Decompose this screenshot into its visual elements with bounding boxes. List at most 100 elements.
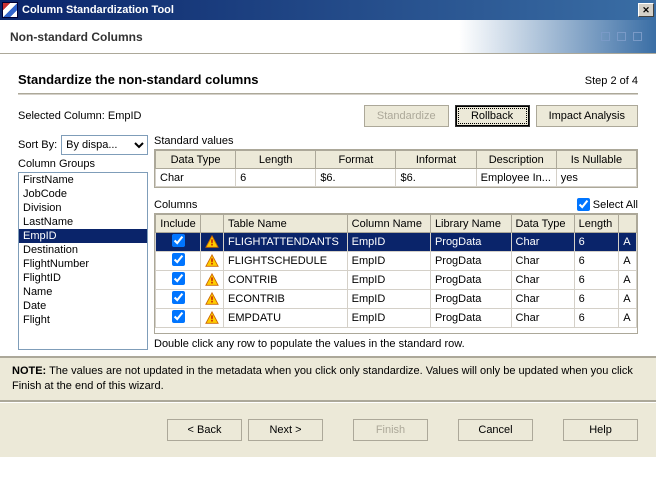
note-box: NOTE: The values are not updated in the … [0,356,656,402]
standard-values-label: Standard values [154,135,638,147]
std-cell[interactable]: Char [156,169,236,187]
sortby-label: Sort By: [18,139,57,151]
table-row[interactable]: FLIGHTATTENDANTSEmpIDProgDataChar6A [156,233,637,252]
cell-tail: A [619,271,637,290]
cell-lib: ProgData [430,309,511,328]
cell-dtype: Char [511,309,574,328]
note-text: The values are not updated in the metada… [12,365,633,392]
cell-tail: A [619,252,637,271]
finish-button[interactable]: Finish [353,419,428,441]
std-header[interactable]: Is Nullable [556,151,636,169]
cell-table: CONTRIB [224,271,348,290]
table-row[interactable]: FLIGHTSCHEDULEEmpIDProgDataChar6A [156,252,637,271]
cell-dtype: Char [511,290,574,309]
cell-col: EmpID [347,309,430,328]
column-group-item[interactable]: Name [19,285,147,299]
std-cell[interactable]: $6. [316,169,396,187]
warning-icon [205,292,219,306]
window-title: Column Standardization Tool [22,4,638,16]
column-group-item[interactable]: Flight [19,313,147,327]
column-group-item[interactable]: Division [19,201,147,215]
cell-table: ECONTRIB [224,290,348,309]
standardize-button[interactable]: Standardize [364,105,449,127]
cell-lib: ProgData [430,290,511,309]
column-group-item[interactable]: Destination [19,243,147,257]
cell-table: EMPDATU [224,309,348,328]
cell-col: EmpID [347,233,430,252]
std-header[interactable]: Format [316,151,396,169]
column-group-item[interactable]: JobCode [19,187,147,201]
selected-column-label: Selected Column: EmpID [18,110,142,122]
warning-icon [205,235,219,249]
std-cell[interactable]: 6 [236,169,316,187]
columns-label: Columns [154,199,197,211]
close-button[interactable]: ✕ [638,3,654,17]
cell-table: FLIGHTATTENDANTS [224,233,348,252]
std-header[interactable]: Informat [396,151,476,169]
cell-tail: A [619,309,637,328]
std-header[interactable]: Description [476,151,556,169]
columns-table[interactable]: Include Table NameColumn NameLibrary Name… [154,213,638,334]
wizard-footer: < Back Next > Finish Cancel Help [0,402,656,457]
cell-lib: ProgData [430,233,511,252]
column-group-item[interactable]: LastName [19,215,147,229]
include-checkbox[interactable] [172,291,185,304]
cell-len: 6 [574,233,619,252]
std-cell[interactable]: $6. [396,169,476,187]
include-checkbox[interactable] [172,272,185,285]
impact-analysis-button[interactable]: Impact Analysis [536,105,638,127]
step-title: Standardize the non-standard columns [18,72,259,87]
wizard-subtitle: Non-standard Columns [10,30,143,44]
standard-values-table[interactable]: Data TypeLengthFormatInformatDescription… [154,149,638,188]
columns-header[interactable] [619,215,637,233]
column-group-item[interactable]: FlightNumber [19,257,147,271]
column-group-item[interactable]: FirstName [19,173,147,187]
std-header[interactable]: Data Type [156,151,236,169]
include-checkbox[interactable] [172,234,185,247]
columns-header[interactable]: Data Type [511,215,574,233]
std-cell[interactable]: yes [556,169,636,187]
header-decoration [601,32,642,41]
titlebar[interactable]: Column Standardization Tool ✕ [0,0,656,20]
next-button[interactable]: Next > [248,419,323,441]
columns-header[interactable] [201,215,224,233]
warning-icon [205,254,219,268]
cell-tail: A [619,233,637,252]
table-row[interactable]: EMPDATUEmpIDProgDataChar6A [156,309,637,328]
column-groups-listbox[interactable]: FirstNameJobCodeDivisionLastNameEmpIDDes… [18,172,148,350]
cell-len: 6 [574,271,619,290]
help-button[interactable]: Help [563,419,638,441]
select-all-checkbox[interactable]: Select All [577,198,638,211]
cell-len: 6 [574,290,619,309]
columns-header[interactable]: Column Name [347,215,430,233]
back-button[interactable]: < Back [167,419,242,441]
columns-header[interactable]: Length [574,215,619,233]
include-checkbox[interactable] [172,310,185,323]
table-row[interactable]: ECONTRIBEmpIDProgDataChar6A [156,290,637,309]
rollback-button[interactable]: Rollback [455,105,530,127]
warning-icon [205,311,219,325]
content-area: Standardize the non-standard columns Ste… [0,54,656,356]
cell-lib: ProgData [430,252,511,271]
warning-icon [205,273,219,287]
cell-col: EmpID [347,271,430,290]
right-pane: Standard values Data TypeLengthFormatInf… [154,135,638,350]
step-number: Step 2 of 4 [585,75,638,87]
column-group-item[interactable]: Date [19,299,147,313]
std-header[interactable]: Length [236,151,316,169]
cancel-button[interactable]: Cancel [458,419,533,441]
app-icon [2,2,18,18]
cell-table: FLIGHTSCHEDULE [224,252,348,271]
cell-len: 6 [574,252,619,271]
std-cell[interactable]: Employee In... [476,169,556,187]
cell-dtype: Char [511,271,574,290]
columns-header[interactable]: Library Name [430,215,511,233]
columns-header[interactable]: Include [156,215,201,233]
sortby-select[interactable]: By dispa... [61,135,148,155]
column-group-item[interactable]: EmpID [19,229,147,243]
table-row[interactable]: CONTRIBEmpIDProgDataChar6A [156,271,637,290]
column-group-item[interactable]: FlightID [19,271,147,285]
include-checkbox[interactable] [172,253,185,266]
columns-header[interactable]: Table Name [224,215,348,233]
column-groups-label: Column Groups [18,158,148,170]
